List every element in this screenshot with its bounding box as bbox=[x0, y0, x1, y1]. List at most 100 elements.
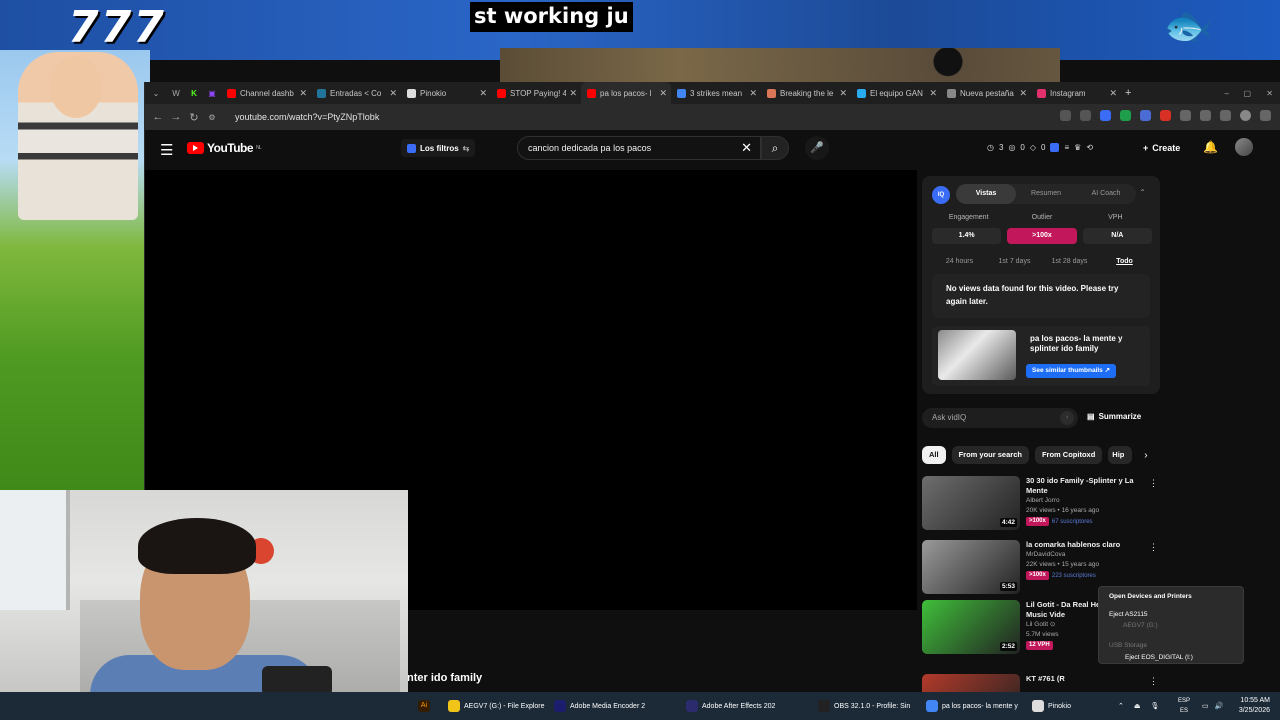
youtube-logo[interactable]: YouTube NL bbox=[187, 141, 262, 155]
wordpress-icon[interactable]: W bbox=[167, 89, 185, 98]
create-button[interactable]: + Create bbox=[1135, 137, 1189, 159]
tab-close-icon[interactable]: ✕ bbox=[1019, 88, 1027, 99]
chip-from-channel[interactable]: From Copitoxd bbox=[1034, 446, 1103, 464]
send-icon[interactable]: › bbox=[1060, 411, 1074, 425]
browser-tab[interactable]: Entradas < Co ✕ bbox=[311, 82, 401, 104]
tab-close-icon[interactable]: ✕ bbox=[749, 88, 757, 99]
search-input[interactable]: cancion dedicada pa los pacos ✕ bbox=[517, 136, 761, 160]
filters-button[interactable]: Los filtros ⇆ bbox=[401, 139, 476, 157]
tab-resumen[interactable]: Resumen bbox=[1016, 184, 1076, 204]
reading-list-icon[interactable] bbox=[1220, 110, 1231, 121]
open-devices-link[interactable]: Open Devices and Printers bbox=[1109, 593, 1192, 600]
illustrator-icon[interactable]: Ai bbox=[418, 692, 430, 720]
more-options-icon[interactable]: ⋮ bbox=[1149, 478, 1158, 489]
tab-close-icon[interactable]: ✕ bbox=[839, 88, 847, 99]
browser-tab[interactable]: STOP Paying! 4 ✕ bbox=[491, 82, 581, 104]
usb-icon[interactable]: ⏏ bbox=[1134, 702, 1141, 710]
range-24h[interactable]: 24 hours bbox=[932, 258, 987, 265]
microphone-icon[interactable]: 🎤 bbox=[805, 136, 829, 160]
clock[interactable]: 10:55 AM 3/25/2026 bbox=[1239, 696, 1270, 716]
install-icon[interactable] bbox=[1060, 110, 1071, 121]
more-menu-icon[interactable] bbox=[1260, 110, 1271, 121]
range-all[interactable]: Todo bbox=[1097, 258, 1152, 265]
volume-icon[interactable]: 🔊 bbox=[1215, 702, 1224, 710]
browser-tab[interactable]: Pinokio ✕ bbox=[401, 82, 491, 104]
recommendation-title[interactable]: 30 30 ido Family -Splinter y La Mente bbox=[1026, 476, 1146, 496]
puzzle-icon[interactable] bbox=[1180, 110, 1191, 121]
twitch-icon[interactable]: ▣ bbox=[203, 89, 221, 98]
mic-tray-icon[interactable]: 🎙 bbox=[1151, 702, 1160, 710]
vidiq-extension-icon[interactable] bbox=[1100, 110, 1111, 121]
tab-vistas[interactable]: Vistas bbox=[956, 184, 1016, 204]
chevron-right-icon[interactable]: › bbox=[1144, 450, 1147, 461]
recommendation-channel[interactable]: Albert Jorro bbox=[1026, 496, 1146, 506]
browser-tab[interactable]: pa los pacos- l ✕ bbox=[581, 82, 671, 104]
eject-eos-digital[interactable]: Eject EOS_DIGITAL (I:) bbox=[1125, 654, 1193, 661]
list-icon[interactable]: ≡ bbox=[1064, 143, 1069, 152]
chip-hip[interactable]: Hip bbox=[1108, 446, 1133, 464]
clear-search-icon[interactable]: ✕ bbox=[741, 140, 752, 156]
notifications-bell-icon[interactable]: 🔔 bbox=[1203, 140, 1218, 154]
range-7d[interactable]: 1st 7 days bbox=[987, 258, 1042, 265]
taskbar-app[interactable]: Pinokio bbox=[1032, 692, 1071, 720]
browser-tab[interactable]: Breaking the le ✕ bbox=[761, 82, 851, 104]
download-icon[interactable] bbox=[1200, 110, 1211, 121]
tab-close-icon[interactable]: ✕ bbox=[1109, 88, 1117, 99]
range-28d[interactable]: 1st 28 days bbox=[1042, 258, 1097, 265]
forward-icon[interactable]: → bbox=[167, 111, 185, 123]
recommendation-thumbnail[interactable]: 2:52 bbox=[922, 600, 1020, 654]
shield-extension-icon[interactable] bbox=[1120, 110, 1131, 121]
vidiq-icon[interactable] bbox=[1050, 143, 1060, 152]
language-indicator[interactable]: ESP ES bbox=[1178, 696, 1190, 716]
record-extension-icon[interactable] bbox=[1160, 110, 1171, 121]
summarize-button[interactable]: ▤ Summarize bbox=[1087, 412, 1141, 421]
tab-close-icon[interactable]: ✕ bbox=[659, 88, 667, 99]
browser-tab[interactable]: Channel dashb ✕ bbox=[221, 82, 311, 104]
profile-icon[interactable] bbox=[1240, 110, 1251, 121]
tab-close-icon[interactable]: ✕ bbox=[569, 88, 577, 99]
chip-from-search[interactable]: From your search bbox=[951, 446, 1029, 464]
eject-as2115[interactable]: Eject AS2115 bbox=[1109, 611, 1148, 618]
reload-icon[interactable]: ↻ bbox=[185, 111, 203, 124]
back-icon[interactable]: ← bbox=[149, 111, 167, 123]
search-icon[interactable]: ⌕ bbox=[761, 136, 789, 160]
sync-icon[interactable]: ⟲ bbox=[1086, 143, 1093, 152]
close-window-icon[interactable]: ✕ bbox=[1266, 89, 1273, 98]
browser-tab[interactable]: El equipo GAN ✕ bbox=[851, 82, 941, 104]
avatar[interactable] bbox=[1235, 138, 1253, 156]
taskbar-app[interactable]: Adobe Media Encoder 2 bbox=[554, 692, 645, 720]
similar-thumbnails-button[interactable]: See similar thumbnails ↗ bbox=[1026, 364, 1117, 378]
browser-tab[interactable]: Nueva pestaña ✕ bbox=[941, 82, 1031, 104]
chip-all[interactable]: All bbox=[922, 446, 946, 464]
maximize-icon[interactable]: ▢ bbox=[1243, 89, 1251, 98]
star-icon[interactable] bbox=[1080, 110, 1091, 121]
taskbar-app[interactable]: AEGV7 (G:) - File Explore bbox=[448, 692, 545, 720]
taskbar-app[interactable]: OBS 32.1.0 - Profile: Sin bbox=[818, 692, 910, 720]
recommendation-thumbnail[interactable]: 5:53 bbox=[922, 540, 1020, 594]
url-field[interactable]: youtube.com/watch?v=PtyZNpTlobk bbox=[235, 112, 379, 122]
tab-search-icon[interactable]: ⌄ bbox=[145, 89, 167, 98]
collapse-icon[interactable]: ⌃ bbox=[1139, 188, 1146, 197]
ask-vidiq-input[interactable]: Ask vidIQ › bbox=[922, 408, 1078, 428]
browser-tab[interactable]: Instagram ✕ bbox=[1031, 82, 1121, 104]
taskbar-app[interactable]: pa los pacos- la mente y bbox=[926, 692, 1018, 720]
tab-close-icon[interactable]: ✕ bbox=[389, 88, 397, 99]
more-options-icon[interactable]: ⋮ bbox=[1149, 676, 1158, 687]
recommendation-title[interactable]: la comarka hablenos claro bbox=[1026, 540, 1146, 550]
chevron-up-icon[interactable]: ⌃ bbox=[1118, 702, 1124, 710]
menu-icon[interactable]: ☰ bbox=[160, 141, 173, 159]
recommendation-channel[interactable]: MrDavidCova bbox=[1026, 550, 1146, 560]
trophy-icon[interactable]: ♛ bbox=[1074, 143, 1081, 152]
tab-close-icon[interactable]: ✕ bbox=[929, 88, 937, 99]
translate-extension-icon[interactable] bbox=[1140, 110, 1151, 121]
taskbar-app[interactable]: Adobe After Effects 202 bbox=[686, 692, 775, 720]
tab-ai-coach[interactable]: AI Coach bbox=[1076, 184, 1136, 204]
tab-close-icon[interactable]: ✕ bbox=[299, 88, 307, 99]
recommendation-title[interactable]: KT #761 (R bbox=[1026, 674, 1146, 684]
browser-tab[interactable]: 3 strikes mean ✕ bbox=[671, 82, 761, 104]
site-info-icon[interactable]: ⚙ bbox=[203, 113, 221, 122]
recommendation-thumbnail[interactable]: 4:42 bbox=[922, 476, 1020, 530]
network-icon[interactable]: ▭ bbox=[1202, 702, 1209, 710]
more-options-icon[interactable]: ⋮ bbox=[1149, 542, 1158, 553]
tab-close-icon[interactable]: ✕ bbox=[479, 88, 487, 99]
